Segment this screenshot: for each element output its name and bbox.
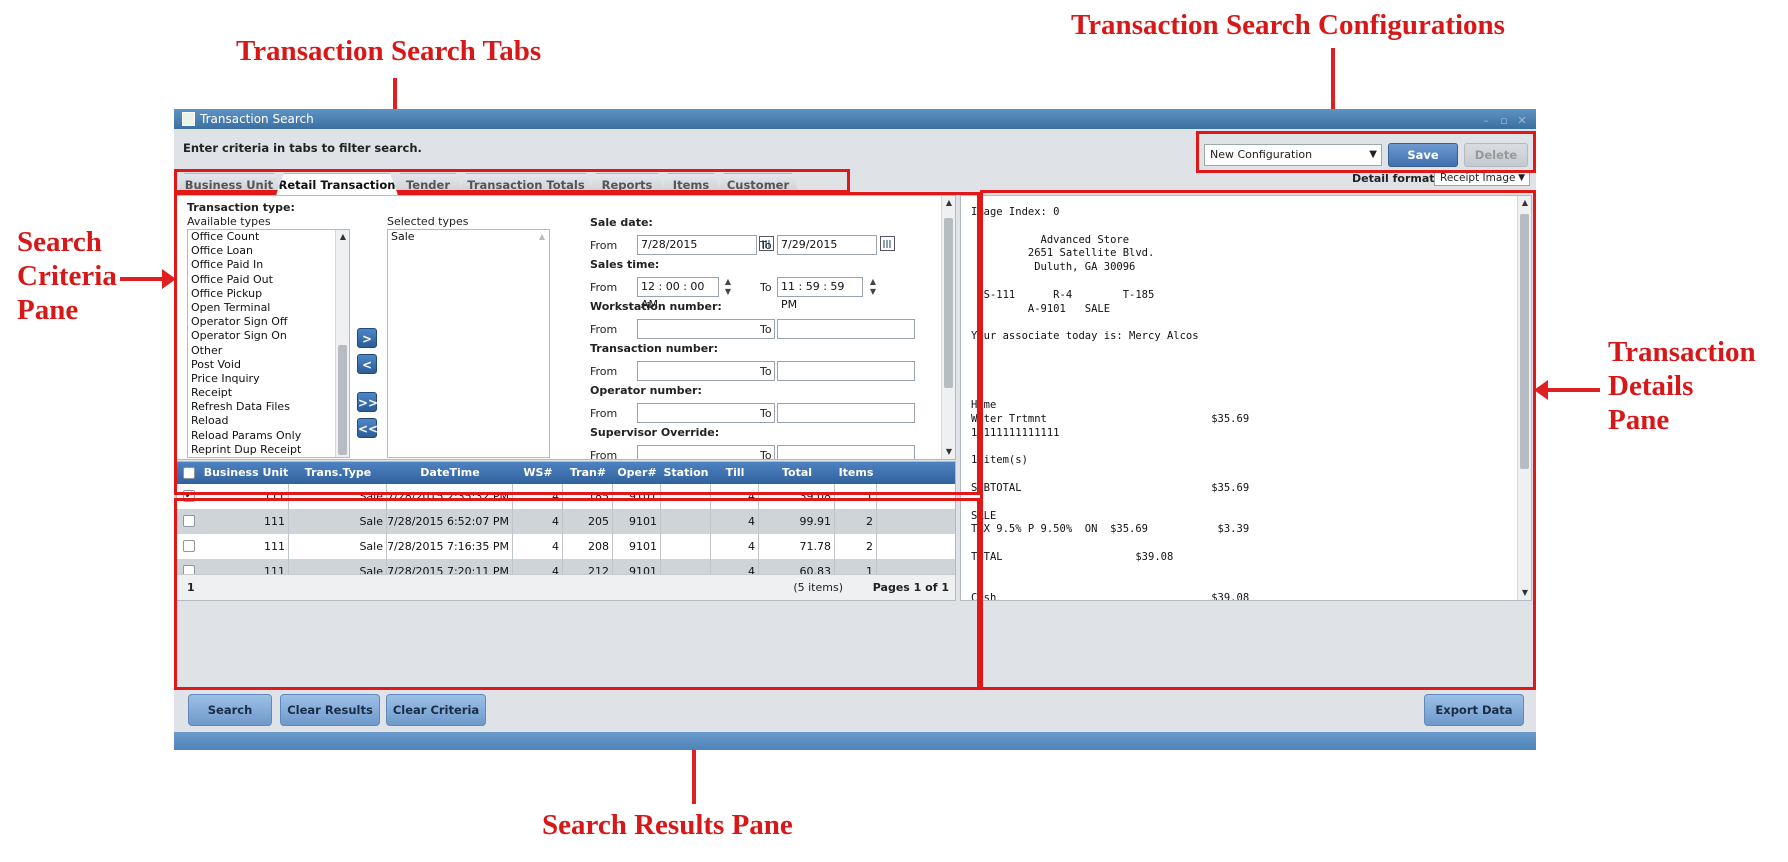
clear-results-button[interactable]: Clear Results <box>280 694 380 726</box>
annotation-criteria-2: Criteria <box>17 260 117 292</box>
close-icon[interactable]: ✕ <box>1516 111 1528 127</box>
criteria-hint: Enter criteria in tabs to filter search. <box>183 141 422 155</box>
arrow-criteria-shaft <box>120 277 164 281</box>
status-bar <box>174 732 1536 750</box>
arrow-details-head <box>1534 380 1548 400</box>
highlight-configurations <box>1196 131 1536 173</box>
detail-format-value: Receipt Image <box>1440 172 1516 184</box>
highlight-criteria <box>174 192 980 495</box>
annotation-configurations: Transaction Search Configurations <box>1071 9 1505 41</box>
detail-format-label: Detail format: <box>1352 172 1439 185</box>
annotation-results: Search Results Pane <box>542 809 793 841</box>
annotation-tabs: Transaction Search Tabs <box>236 35 542 67</box>
chevron-down-icon: ▼ <box>1518 173 1525 183</box>
minimize-icon[interactable]: – <box>1480 111 1492 127</box>
app-icon <box>182 112 195 126</box>
annotation-details-3: Pane <box>1608 404 1670 436</box>
annotation-details-2: Details <box>1608 370 1694 402</box>
annotation-criteria-1: Search <box>17 226 102 258</box>
highlight-tabs <box>174 169 850 193</box>
window-title: Transaction Search <box>200 112 314 126</box>
annotation-criteria-3: Pane <box>17 294 79 326</box>
title-bar: Transaction Search – ▫ ✕ <box>174 109 1536 129</box>
clear-criteria-button[interactable]: Clear Criteria <box>386 694 486 726</box>
highlight-details <box>980 190 1536 690</box>
arrow-details-shaft <box>1548 388 1600 392</box>
tab-retail-transaction[interactable]: Retail Transaction <box>276 173 398 195</box>
action-bar: Search Clear Results Clear Criteria Expo… <box>174 694 1536 732</box>
export-data-button[interactable]: Export Data <box>1424 694 1524 726</box>
annotation-details-1: Transaction <box>1608 336 1756 368</box>
maximize-icon[interactable]: ▫ <box>1498 111 1510 127</box>
search-button[interactable]: Search <box>188 694 272 726</box>
annotated-screenshot: Transaction Search Tabs Transaction Sear… <box>0 0 1788 862</box>
highlight-results <box>174 498 980 690</box>
arrow-config-shaft <box>1331 48 1335 118</box>
